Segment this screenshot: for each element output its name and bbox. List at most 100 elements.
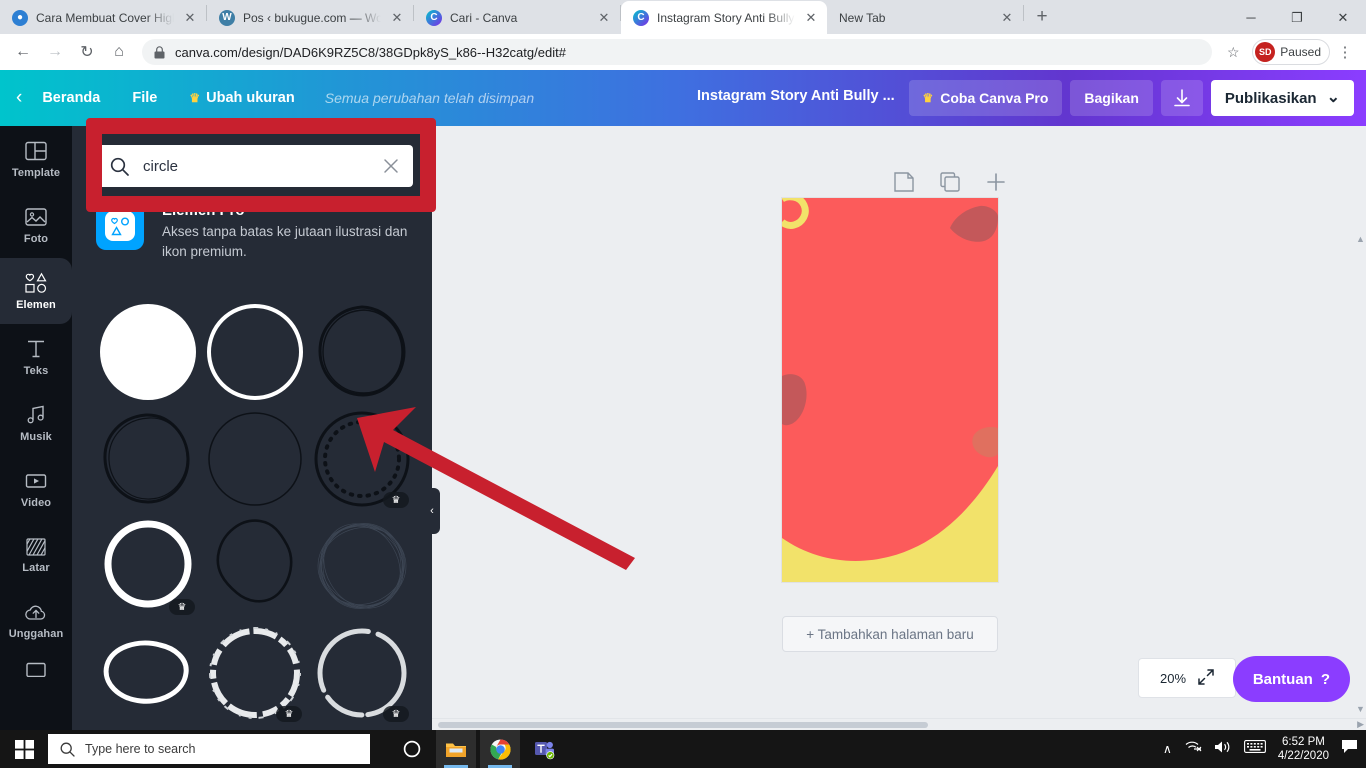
notification-icon[interactable]: [1341, 739, 1358, 759]
page-toolbar: [894, 172, 1006, 197]
browser-tab-active[interactable]: C Instagram Story Anti Bully Hari ✕: [621, 1, 827, 34]
element-result[interactable]: [94, 298, 201, 405]
volume-icon[interactable]: [1214, 740, 1232, 759]
resize-label: Ubah ukuran: [206, 90, 295, 106]
tab-close-icon[interactable]: ✕: [182, 10, 198, 26]
resize-button[interactable]: ♛ Ubah ukuran: [173, 90, 310, 106]
share-button[interactable]: Bagikan: [1070, 80, 1152, 116]
outline-circle-thick: [205, 302, 305, 402]
back-chevron-icon[interactable]: ‹: [16, 87, 26, 109]
hand-drawn-oval: [98, 623, 198, 723]
element-result[interactable]: [201, 298, 308, 405]
scroll-thumb[interactable]: [438, 722, 928, 728]
clock-date: 4/22/2020: [1278, 749, 1329, 763]
browser-tab[interactable]: New Tab ✕: [827, 1, 1023, 34]
canvas-horizontal-scrollbar[interactable]: ▶: [432, 718, 1366, 730]
home-button[interactable]: Beranda: [26, 90, 116, 106]
teams-icon[interactable]: [524, 730, 564, 768]
sidebar-label: Latar: [22, 562, 49, 574]
try-canva-pro-button[interactable]: ♛ Coba Canva Pro: [909, 80, 1063, 116]
address-bar[interactable]: canva.com/design/DAD6K9RZ5C8/38GDpk8yS_k…: [142, 39, 1212, 65]
filled-circle: [98, 302, 198, 402]
chevron-up-icon[interactable]: ∧: [1163, 742, 1172, 756]
chrome-icon[interactable]: [480, 730, 520, 768]
close-window-button[interactable]: ✕: [1320, 1, 1366, 34]
zoom-control[interactable]: 20%: [1138, 658, 1236, 698]
element-result[interactable]: ♛: [201, 619, 308, 726]
sidebar-item-template[interactable]: Template: [0, 126, 72, 192]
taskbar-search-input[interactable]: Type here to search: [48, 734, 370, 764]
photo-icon: [25, 206, 47, 228]
reload-icon[interactable]: ↻: [72, 37, 102, 67]
sidebar-label: Template: [12, 167, 60, 179]
sidebar-item-unggahan[interactable]: Unggahan: [0, 588, 72, 654]
design-canvas-page[interactable]: [782, 198, 998, 582]
sidebar-item-foto[interactable]: Foto: [0, 192, 72, 258]
file-menu-button[interactable]: File: [116, 90, 173, 106]
document-title[interactable]: Instagram Story Anti Bully ...: [697, 88, 895, 104]
tab-close-icon[interactable]: ✕: [596, 10, 612, 26]
tab-close-icon[interactable]: ✕: [999, 10, 1015, 26]
publish-button[interactable]: Publikasikan ⌄: [1211, 80, 1354, 116]
element-result[interactable]: ♛: [94, 512, 201, 619]
taskbar-clock[interactable]: 6:52 PM 4/22/2020: [1278, 735, 1329, 763]
profile-chip[interactable]: SD Paused: [1252, 39, 1330, 65]
canva-icon: C: [426, 10, 442, 26]
back-icon[interactable]: ←: [8, 37, 38, 67]
canva-icon: C: [633, 10, 649, 26]
element-result[interactable]: [94, 405, 201, 512]
design-artwork: [782, 198, 998, 582]
cortana-icon[interactable]: [392, 730, 432, 768]
canvas-vertical-scrollbar[interactable]: ▲ ▼: [1354, 126, 1366, 730]
clear-icon[interactable]: [383, 158, 399, 174]
clock-time: 6:52 PM: [1278, 735, 1329, 749]
duplicate-page-icon[interactable]: [940, 172, 960, 197]
canva-header: ‹ Beranda File ♛ Ubah ukuran Semua perub…: [0, 70, 1366, 126]
maximize-button[interactable]: ❐: [1274, 1, 1320, 34]
scroll-down-icon[interactable]: ▼: [1356, 704, 1365, 714]
home-icon[interactable]: ⌂: [104, 37, 134, 67]
element-result[interactable]: [201, 405, 308, 512]
forward-icon[interactable]: →: [40, 37, 70, 67]
pro-banner-text: Elemen Pro Akses tanpa batas ke jutaan i…: [162, 202, 412, 261]
edit-page-icon[interactable]: [894, 172, 914, 197]
search-input[interactable]: circle: [96, 145, 413, 187]
add-page-icon[interactable]: [986, 172, 1006, 197]
start-button[interactable]: [0, 730, 48, 768]
help-button[interactable]: Bantuan ?: [1233, 656, 1350, 702]
sidebar-item-elemen[interactable]: Elemen: [0, 258, 72, 324]
element-result[interactable]: [308, 298, 415, 405]
sidebar-item-video[interactable]: Video: [0, 456, 72, 522]
scroll-right-icon[interactable]: ▶: [1357, 719, 1364, 730]
browser-toolbar: ← → ↻ ⌂ canva.com/design/DAD6K9RZ5C8/38G…: [0, 34, 1366, 70]
pro-elements-banner[interactable]: Elemen Pro Akses tanpa batas ke jutaan i…: [96, 202, 412, 261]
scroll-up-icon[interactable]: ▲: [1356, 234, 1365, 244]
expand-icon[interactable]: [1198, 669, 1214, 688]
keyboard-icon[interactable]: [1244, 740, 1266, 758]
element-result[interactable]: [94, 619, 201, 726]
new-tab-button[interactable]: +: [1028, 3, 1056, 31]
sidebar-item-teks[interactable]: Teks: [0, 324, 72, 390]
pro-banner-title: Elemen Pro: [162, 202, 412, 219]
file-explorer-icon[interactable]: [436, 730, 476, 768]
sidebar-item-more[interactable]: [0, 654, 72, 684]
element-result[interactable]: ♛: [308, 619, 415, 726]
sidebar-item-latar[interactable]: Latar: [0, 522, 72, 588]
sidebar-item-musik[interactable]: Musik: [0, 390, 72, 456]
tab-close-icon[interactable]: ✕: [389, 10, 405, 26]
minimize-button[interactable]: ─: [1228, 1, 1274, 34]
element-result[interactable]: [201, 512, 308, 619]
browser-tab[interactable]: ● Cara Membuat Cover Highlight ✕: [0, 1, 206, 34]
browser-tab[interactable]: C Cari - Canva ✕: [414, 1, 620, 34]
taskbar-search-placeholder: Type here to search: [85, 742, 195, 756]
add-new-page-button[interactable]: + Tambahkan halaman baru: [782, 616, 998, 652]
download-icon[interactable]: [1161, 80, 1203, 116]
network-icon[interactable]: [1184, 740, 1202, 759]
sidebar-label: Teks: [24, 365, 49, 377]
browser-tab[interactable]: W Pos ‹ bukugue.com — WordPress ✕: [207, 1, 413, 34]
pro-crown-badge: ♛: [383, 706, 409, 722]
sidebar-label: Unggahan: [9, 628, 64, 640]
bookmark-star-icon[interactable]: ☆: [1220, 44, 1246, 61]
tab-close-icon[interactable]: ✕: [803, 10, 819, 26]
browser-menu-icon[interactable]: ⋮: [1332, 43, 1358, 61]
